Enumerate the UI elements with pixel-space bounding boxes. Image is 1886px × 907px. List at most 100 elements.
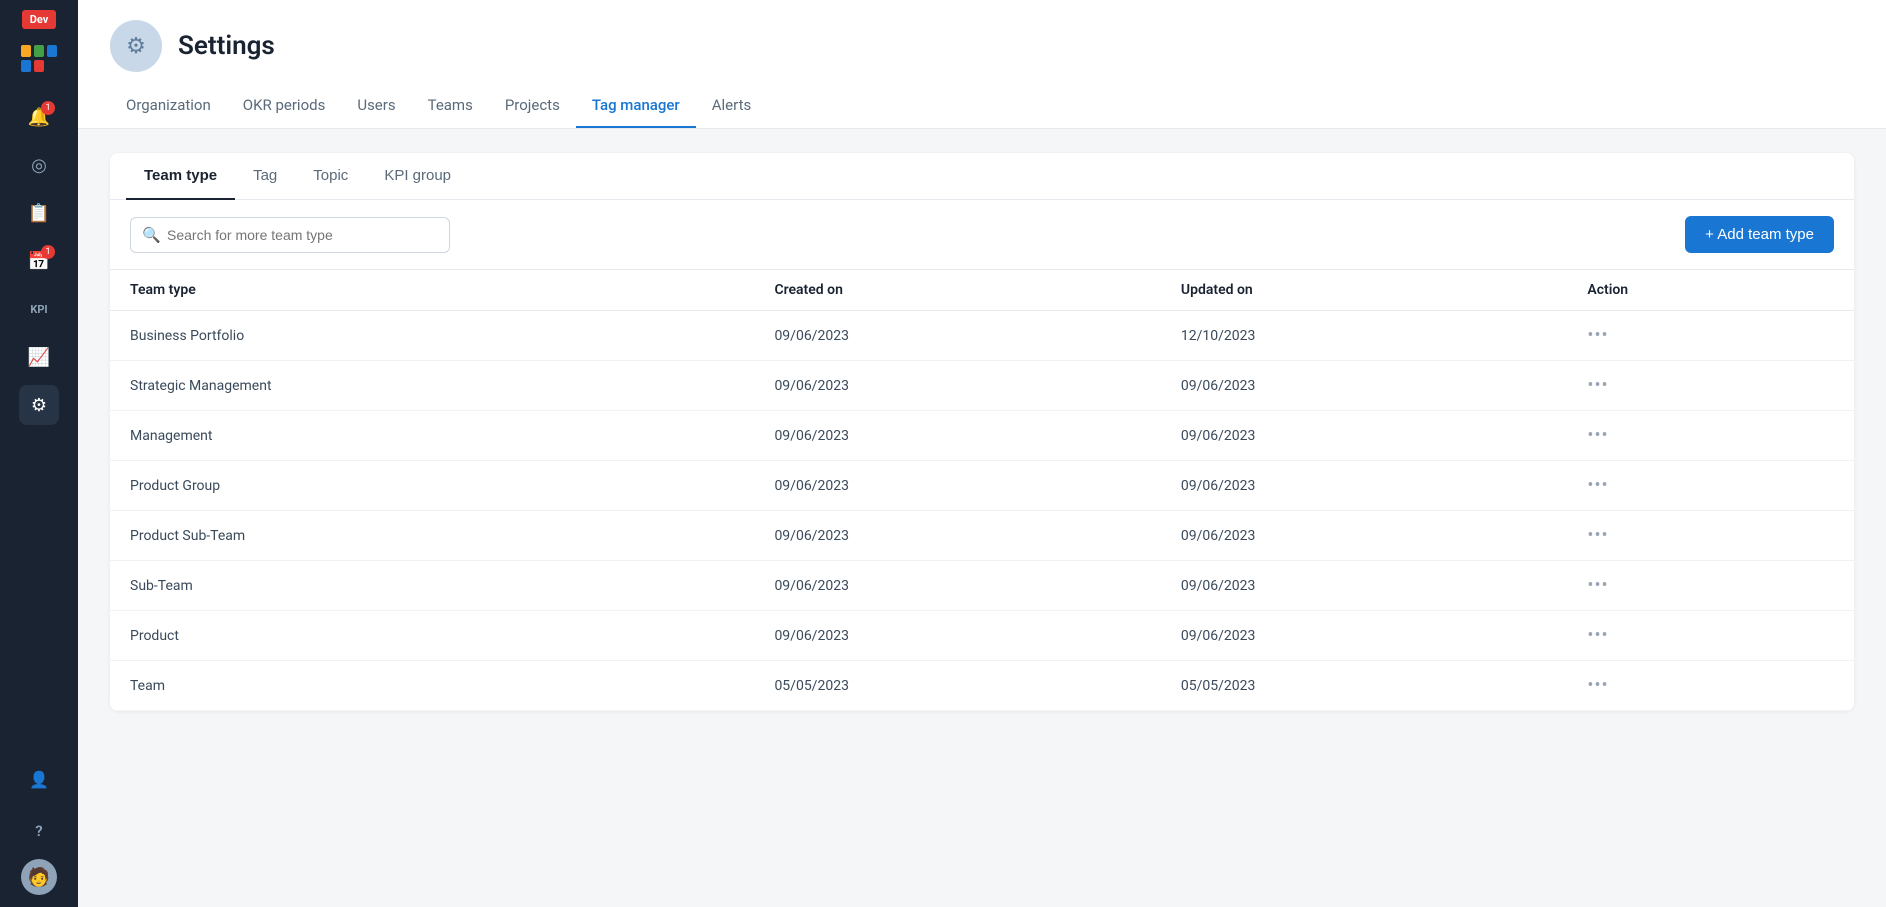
settings-icon-circle: ⚙: [110, 20, 162, 72]
col-created-on: Created on: [754, 270, 1160, 311]
target-icon: ◎: [31, 155, 47, 176]
action-menu-button[interactable]: •••: [1587, 625, 1608, 646]
add-team-type-button[interactable]: + Add team type: [1685, 216, 1834, 253]
cell-action: •••: [1567, 611, 1854, 661]
cell-created-on: 09/06/2023: [754, 561, 1160, 611]
sidebar-item-bell[interactable]: 🔔 1: [19, 97, 59, 137]
action-menu-button[interactable]: •••: [1587, 475, 1608, 496]
tab-users[interactable]: Users: [341, 88, 411, 128]
header-top: ⚙ Settings: [110, 20, 1854, 72]
tab-panel: Team type Tag Topic KPI group 🔍 + Add te…: [110, 153, 1854, 711]
calendar-badge: 1: [41, 245, 55, 259]
sidebar-item-target[interactable]: ◎: [19, 145, 59, 185]
settings-nav-icon: ⚙: [31, 395, 47, 416]
cell-updated-on: 09/06/2023: [1161, 611, 1567, 661]
sidebar-bottom: 👤 ? 🧑: [19, 755, 59, 907]
table-row: Business Portfolio09/06/202312/10/2023 ••…: [110, 311, 1854, 361]
table-header-row: Team type Created on Updated on Action: [110, 270, 1854, 311]
user-avatar[interactable]: 🧑: [21, 859, 57, 895]
cell-created-on: 09/06/2023: [754, 511, 1160, 561]
help-icon: ?: [35, 822, 42, 840]
table-row: Product09/06/202309/06/2023•••: [110, 611, 1854, 661]
cell-created-on: 09/06/2023: [754, 311, 1160, 361]
kpi-icon: KPI: [30, 303, 47, 316]
sub-tabs: Team type Tag Topic KPI group: [110, 153, 1854, 200]
cell-team-type: Product Group: [110, 461, 754, 511]
cell-updated-on: 05/05/2023: [1161, 661, 1567, 711]
cell-created-on: 09/06/2023: [754, 361, 1160, 411]
cell-team-type: Team: [110, 661, 754, 711]
tab-topic[interactable]: Topic: [295, 153, 366, 200]
tab-kpi-group[interactable]: KPI group: [366, 153, 469, 200]
cell-updated-on: 09/06/2023: [1161, 361, 1567, 411]
settings-page-icon: ⚙: [126, 34, 146, 59]
tab-tag[interactable]: Tag: [235, 153, 295, 200]
table-row: Product Sub-Team09/06/202309/06/2023•••: [110, 511, 1854, 561]
action-menu-button[interactable]: •••: [1587, 425, 1608, 446]
sidebar-item-help[interactable]: ?: [19, 811, 59, 851]
table-row: Sub-Team09/06/202309/06/2023•••: [110, 561, 1854, 611]
chart-icon: 📈: [28, 347, 50, 368]
tab-organization[interactable]: Organization: [110, 88, 227, 128]
search-icon: 🔍: [142, 226, 161, 244]
tab-tag-manager[interactable]: Tag manager: [576, 88, 696, 128]
cell-updated-on: 09/06/2023: [1161, 411, 1567, 461]
table-toolbar: 🔍 + Add team type: [110, 200, 1854, 269]
add-user-icon: 👤: [29, 770, 49, 789]
cell-created-on: 09/06/2023: [754, 411, 1160, 461]
action-menu-button[interactable]: •••: [1587, 325, 1608, 346]
sidebar-item-add-user[interactable]: 👤: [19, 759, 59, 799]
page-title: Settings: [178, 31, 275, 61]
sidebar-item-calendar[interactable]: 📅 1: [19, 241, 59, 281]
sidebar: Dev 🔔 1 ◎ 📋 📅 1 KPI 📈 ⚙ 👤 ?: [0, 0, 78, 907]
col-updated-on: Updated on: [1161, 270, 1567, 311]
cell-updated-on: 09/06/2023: [1161, 561, 1567, 611]
app-logo: [21, 45, 57, 77]
cell-team-type: Product: [110, 611, 754, 661]
bell-badge: 1: [41, 101, 55, 115]
cell-action: •••: [1567, 561, 1854, 611]
action-menu-button[interactable]: •••: [1587, 375, 1608, 396]
cell-created-on: 09/06/2023: [754, 611, 1160, 661]
team-type-table: Team type Created on Updated on Action B…: [110, 269, 1854, 711]
cell-action: •••: [1567, 311, 1854, 361]
cell-action: •••: [1567, 461, 1854, 511]
table-row: Management09/06/202309/06/2023•••: [110, 411, 1854, 461]
data-table-wrapper: Team type Created on Updated on Action B…: [110, 269, 1854, 711]
page-header: ⚙ Settings Organization OKR periods User…: [78, 0, 1886, 129]
tab-projects[interactable]: Projects: [489, 88, 576, 128]
cell-action: •••: [1567, 361, 1854, 411]
tab-okr-periods[interactable]: OKR periods: [227, 88, 342, 128]
sidebar-item-settings[interactable]: ⚙: [19, 385, 59, 425]
search-input[interactable]: [130, 217, 450, 253]
action-menu-button[interactable]: •••: [1587, 525, 1608, 546]
cell-team-type: Management: [110, 411, 754, 461]
cell-team-type: Sub-Team: [110, 561, 754, 611]
cell-action: •••: [1567, 511, 1854, 561]
tab-team-type[interactable]: Team type: [126, 153, 235, 200]
cell-updated-on: 09/06/2023: [1161, 461, 1567, 511]
table-row: Product Group09/06/202309/06/2023•••: [110, 461, 1854, 511]
cell-updated-on: 09/06/2023: [1161, 511, 1567, 561]
tab-teams[interactable]: Teams: [412, 88, 489, 128]
clipboard-icon: 📋: [28, 203, 50, 224]
sidebar-item-chart[interactable]: 📈: [19, 337, 59, 377]
cell-team-type: Business Portfolio: [110, 311, 754, 361]
cell-created-on: 05/05/2023: [754, 661, 1160, 711]
sidebar-item-kpi[interactable]: KPI: [19, 289, 59, 329]
sidebar-item-clipboard[interactable]: 📋: [19, 193, 59, 233]
action-menu-button[interactable]: •••: [1587, 575, 1608, 596]
table-row: Team05/05/202305/05/2023•••: [110, 661, 1854, 711]
cell-created-on: 09/06/2023: [754, 461, 1160, 511]
cell-updated-on: 12/10/2023: [1161, 311, 1567, 361]
tab-alerts[interactable]: Alerts: [696, 88, 768, 128]
top-nav-tabs: Organization OKR periods Users Teams Pro…: [110, 88, 1854, 128]
action-menu-button[interactable]: •••: [1587, 675, 1608, 696]
cell-team-type: Product Sub-Team: [110, 511, 754, 561]
search-wrapper: 🔍: [130, 217, 450, 253]
cell-action: •••: [1567, 411, 1854, 461]
content-area: Team type Tag Topic KPI group 🔍 + Add te…: [78, 129, 1886, 907]
table-row: Strategic Management09/06/202309/06/2023…: [110, 361, 1854, 411]
dev-badge: Dev: [22, 10, 57, 29]
main-content: ⚙ Settings Organization OKR periods User…: [78, 0, 1886, 907]
